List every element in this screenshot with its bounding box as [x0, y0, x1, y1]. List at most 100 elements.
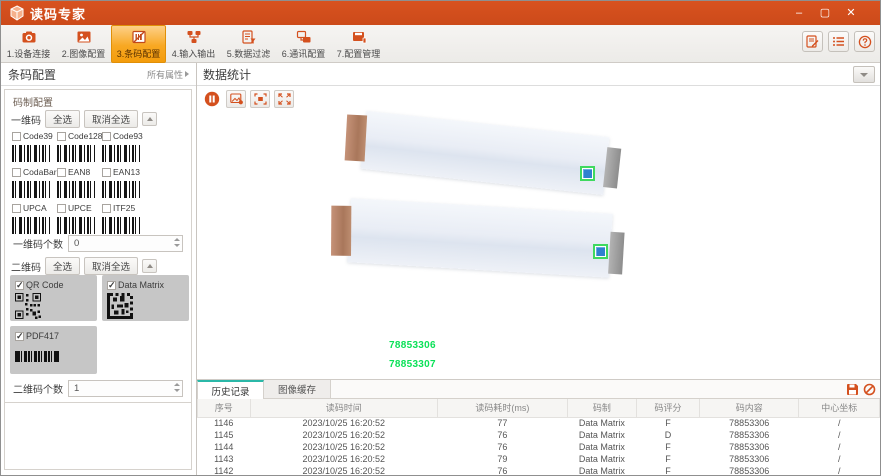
tab-config-manage[interactable]: 7.配置管理: [331, 25, 386, 63]
collapse-button[interactable]: [142, 259, 157, 273]
app-logo-icon: [9, 5, 25, 21]
barcode-checkbox[interactable]: [57, 168, 66, 177]
two-d-count-input[interactable]: 1: [68, 380, 183, 397]
barcode-thumbnail-icon: [57, 181, 95, 198]
tab-label: 3.条码配置: [117, 47, 161, 60]
pdf417-tile[interactable]: PDF417: [10, 326, 97, 374]
col-content: 码内容: [699, 399, 799, 417]
col-read-time: 读码时间: [250, 399, 438, 417]
pause-icon[interactable]: [202, 90, 222, 108]
one-d-barcode-grid: Code39Code128Code93CodaBarEAN8EAN13UPCAU…: [12, 130, 189, 238]
barcode-checkbox[interactable]: [57, 204, 66, 213]
image-viewer[interactable]: 78853306 78853307: [197, 86, 880, 379]
one-d-count-input[interactable]: 0: [68, 235, 183, 252]
comm-icon: [296, 29, 312, 45]
data-matrix-checkbox[interactable]: [107, 281, 116, 290]
help-icon[interactable]: [854, 31, 875, 52]
barcode-checkbox[interactable]: [102, 168, 111, 177]
col-score: 码评分: [637, 399, 700, 417]
copper-tab: [331, 206, 351, 256]
table-row[interactable]: 11422023/10/25 16:20:5276Data MatrixF788…: [198, 465, 880, 476]
chevron-right-icon: [185, 71, 189, 77]
panel-title: 条码配置: [8, 66, 56, 83]
list-icon[interactable]: [828, 31, 849, 52]
barcode-checkbox[interactable]: [12, 132, 21, 141]
select-all-button[interactable]: 全选: [45, 257, 80, 275]
history-panel: 历史记录 图像缓存 序号 读码时间 读码耗时(ms) 码制 码评分: [197, 379, 880, 475]
barcode-checkbox[interactable]: [102, 132, 111, 141]
io-icon: [186, 29, 202, 45]
deselect-all-button[interactable]: 取消全选: [84, 110, 138, 128]
panel-title: 数据统计: [203, 66, 251, 83]
barcode-thumbnail-icon: [57, 145, 95, 162]
main-toolbar: 1.设备连接 2.图像配置 3.条码配置 4.输入输出 5.数据过滤 6.通讯配…: [1, 25, 880, 63]
two-d-count-row: 二维码个数 1: [13, 380, 183, 397]
deselect-all-button[interactable]: 取消全选: [84, 257, 138, 275]
tab-comm-config[interactable]: 6.通讯配置: [276, 25, 331, 63]
battery-cell-1: [361, 111, 610, 195]
barcode-thumbnail-icon: [102, 181, 140, 198]
one-d-header-row: 一维码 全选 取消全选: [11, 110, 185, 128]
barcode-thumbnail-icon: [12, 145, 50, 162]
barcode-checkbox[interactable]: [12, 204, 21, 213]
save-icon[interactable]: [845, 382, 859, 396]
tab-device-connect[interactable]: 1.设备连接: [1, 25, 56, 63]
col-index: 序号: [198, 399, 251, 417]
tab-image-config[interactable]: 2.图像配置: [56, 25, 111, 63]
chevron-up-icon: [147, 117, 153, 121]
battery-cell-2: [347, 198, 612, 277]
history-table-header: 序号 读码时间 读码耗时(ms) 码制 码评分 码内容 中心坐标: [198, 399, 880, 417]
report-icon[interactable]: [802, 31, 823, 52]
tab-input-output[interactable]: 4.输入输出: [166, 25, 221, 63]
tab-label: 4.输入输出: [172, 47, 216, 60]
barcode-checkbox[interactable]: [102, 204, 111, 213]
tab-label: 1.设备连接: [7, 47, 51, 60]
chevron-up-icon: [147, 264, 153, 268]
app-title: 读码专家: [30, 4, 86, 23]
table-row[interactable]: 11452023/10/25 16:20:5276Data MatrixD788…: [198, 429, 880, 441]
maximize-button[interactable]: ▢: [818, 1, 832, 25]
tab-barcode-config[interactable]: 3.条码配置: [111, 25, 166, 63]
qr-checkbox[interactable]: [15, 281, 24, 290]
data-statistics-panel: 数据统计: [197, 63, 880, 475]
qr-code-tile[interactable]: QR Code: [10, 275, 97, 321]
tab-label: 2.图像配置: [62, 47, 106, 60]
fit-view-icon[interactable]: [250, 90, 270, 108]
fullscreen-icon[interactable]: [274, 90, 294, 108]
barcode-type-item: Code128: [57, 130, 102, 162]
spinner-arrows[interactable]: [174, 238, 180, 247]
table-row[interactable]: 11442023/10/25 16:20:5276Data MatrixF788…: [198, 441, 880, 453]
table-row[interactable]: 11432023/10/25 16:20:5279Data MatrixF788…: [198, 453, 880, 465]
barcode-label: UPCE: [68, 203, 92, 213]
foil-tab: [603, 147, 621, 188]
col-duration: 读码耗时(ms): [438, 399, 568, 417]
minimize-button[interactable]: –: [792, 1, 806, 25]
data-matrix-thumbnail-icon: [107, 293, 184, 319]
barcode-checkbox[interactable]: [57, 132, 66, 141]
tab-history-records[interactable]: 历史记录: [197, 380, 264, 399]
spinner-arrows[interactable]: [174, 383, 180, 392]
detected-code-box-1: [580, 166, 595, 181]
tab-image-cache[interactable]: 图像缓存: [264, 380, 331, 398]
panel-dropdown-button[interactable]: [853, 66, 875, 83]
filter-icon: [241, 29, 257, 45]
table-row[interactable]: 11462023/10/25 16:20:5277Data MatrixF788…: [198, 417, 880, 429]
pdf417-checkbox[interactable]: [15, 332, 24, 341]
chevron-down-icon: [860, 73, 868, 77]
select-all-button[interactable]: 全选: [45, 110, 80, 128]
image-settings-icon[interactable]: [226, 90, 246, 108]
captured-image: [197, 86, 880, 379]
barcode-checkbox[interactable]: [12, 168, 21, 177]
tab-data-filter[interactable]: 5.数据过滤: [221, 25, 276, 63]
barcode-label: EAN8: [68, 167, 90, 177]
all-properties-link[interactable]: 所有属性: [147, 68, 189, 81]
history-table: 序号 读码时间 读码耗时(ms) 码制 码评分 码内容 中心坐标 1146202…: [197, 399, 880, 476]
col-center-coord: 中心坐标: [799, 399, 880, 417]
close-button[interactable]: ✕: [844, 1, 858, 25]
clear-icon[interactable]: [862, 382, 876, 396]
history-table-body: 11462023/10/25 16:20:5277Data MatrixF788…: [198, 417, 880, 476]
tab-label: 6.通讯配置: [282, 47, 326, 60]
barcode-label: EAN13: [113, 167, 140, 177]
collapse-button[interactable]: [142, 112, 157, 126]
data-matrix-tile[interactable]: Data Matrix: [102, 275, 189, 321]
